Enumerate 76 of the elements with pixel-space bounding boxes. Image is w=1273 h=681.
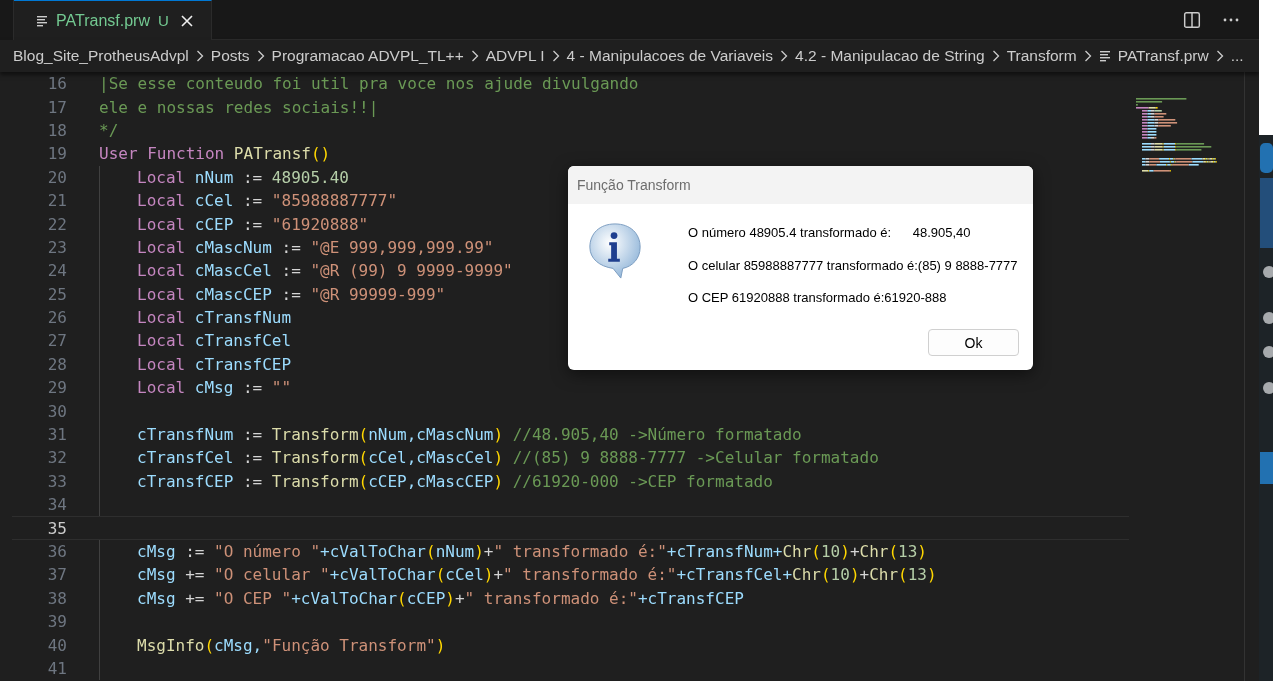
breadcrumb-item[interactable]: ADVPL I (485, 47, 545, 65)
code-line: Local cMascCEP := "@R 99999-999" (136, 284, 446, 304)
line-number: 22 (46, 214, 67, 234)
code-line: Local cTransfCel (136, 331, 292, 351)
code-line: Local cTransfCEP (136, 354, 292, 374)
line-number: 34 (46, 495, 67, 515)
editor-tab[interactable]: PATransf.prw U (14, 0, 212, 40)
line-number: 39 (46, 612, 67, 632)
ok-button[interactable]: Ok (928, 329, 1019, 356)
line-number: 38 (46, 588, 67, 608)
code-line: User Function PATransf() (99, 144, 331, 164)
file-icon (36, 14, 48, 27)
code-line: */ (99, 120, 119, 140)
line-number: 17 (46, 97, 67, 117)
message-text: O celular 85988887777 transformado é:(85) 9 8888-7777 (688, 256, 1018, 275)
code-line: cMsg := "O número "+cValToChar(nNum)+" transformado é:"+cTransfNum+Chr(10)+Chr(13) (136, 542, 927, 561)
line-number: 25 (46, 284, 67, 304)
code-line: Local nNum := 48905.40 (136, 167, 349, 187)
chevron-icon (1215, 50, 1224, 62)
line-number: 29 (46, 378, 67, 398)
code-line: Local cCel := "85988887777" (136, 191, 398, 211)
code-line: ele e nossas redes sociais!!| (99, 97, 379, 117)
breadcrumb-item[interactable]: Programacao ADVPL_TL++ (271, 47, 464, 65)
code-line: cTransfNum := Transform(nNum,cMascNum) //48.905,40 ->Número formatado (136, 425, 802, 445)
line-number: 18 (46, 120, 67, 140)
line-number: 36 (46, 542, 67, 561)
chevron-icon (551, 50, 560, 62)
breadcrumb-item[interactable]: PATransf.prw (1117, 47, 1209, 65)
line-number: 28 (46, 354, 67, 374)
code-line: Local cTransfNum (136, 308, 292, 328)
code-line: MsgInfo(cMsg,"Função Transform") (136, 635, 446, 655)
breadcrumb-item[interactable]: 4 - Manipulacoes de Variaveis (566, 47, 774, 65)
line-number: 37 (46, 565, 67, 585)
breadcrumb-item[interactable]: Posts (210, 47, 250, 65)
breadcrumb-item[interactable]: Transform (1006, 47, 1077, 65)
chevron-icon (780, 50, 789, 62)
code-line: cMsg += "O celular "+cValToChar(cCel)+" transformado é:"+cTransfCel+Chr(10)+Chr(13) (136, 565, 937, 585)
code-line: cTransfCEP := Transform(cCEP,cMascCEP) //61920-000 ->CEP formatado (136, 471, 773, 491)
split-editor-icon[interactable] (1183, 10, 1201, 29)
file-icon (1098, 50, 1111, 62)
line-number: 27 (46, 331, 67, 351)
code-line: |Se esse conteudo foi util pra voce nos ajude divulgando (99, 74, 639, 94)
dialog-title: Função Transform (568, 166, 1033, 204)
line-number: 19 (46, 144, 67, 164)
chevron-icon (256, 50, 265, 62)
line-number: 20 (46, 167, 67, 187)
chevron-icon (991, 50, 1000, 62)
breadcrumb-item[interactable]: Blog_Site_ProtheusAdvpl (13, 47, 189, 65)
code-line: cTransfCel := Transform(cCel,cMascCel) //(85) 9 8888-7777 ->Celular formatado (136, 448, 879, 468)
code-line: Local cMsg := "" (136, 378, 292, 398)
more-crumb[interactable]: ... (1230, 47, 1244, 65)
line-number: 30 (46, 401, 67, 421)
line-number: 31 (46, 425, 67, 445)
close-icon[interactable] (180, 14, 193, 27)
more-icon[interactable] (1223, 17, 1239, 22)
line-number: 16 (46, 74, 67, 94)
code-line: Local cMascNum := "@E 999,999,999.99" (136, 237, 494, 257)
message-text: O número 48905.4 transformado é: 48.905,40 (688, 224, 972, 242)
line-number: 24 (46, 261, 67, 281)
code-line: Local cCEP := "61920888" (136, 214, 369, 234)
breadcrumb-item[interactable]: 4.2 - Manipulacao de String (795, 47, 985, 65)
code-line: cMsg += "O CEP "+cValToChar(cCEP)+" transformado é:"+cTransfCEP (136, 588, 744, 608)
message-text: O CEP 61920888 transformado é:61920-888 (688, 289, 948, 307)
line-number: 40 (46, 635, 67, 655)
chevron-icon (470, 50, 479, 62)
line-number: 35 (46, 518, 67, 538)
line-number: 33 (46, 471, 67, 491)
chevron-icon (195, 50, 204, 62)
line-number: 32 (46, 448, 67, 468)
line-number: 21 (46, 191, 67, 211)
code-line: Local cMascCel := "@R (99) 9 9999-9999" (136, 261, 513, 281)
line-number: 26 (46, 308, 67, 328)
info-icon (586, 222, 644, 280)
chevron-icon (1083, 50, 1092, 62)
line-number: 23 (46, 237, 67, 257)
line-number: 41 (46, 658, 67, 678)
